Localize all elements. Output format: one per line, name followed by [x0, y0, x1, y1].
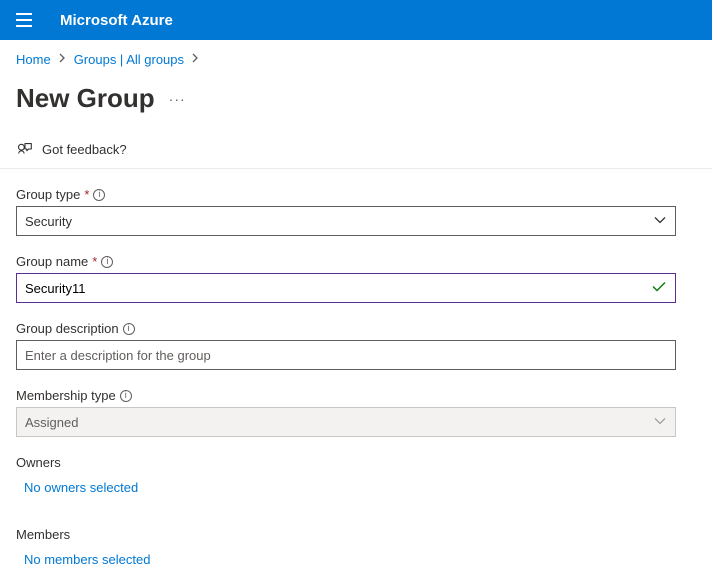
breadcrumb-item-groups[interactable]: Groups | All groups: [74, 52, 184, 67]
label-text: Membership type: [16, 388, 116, 403]
group-description-input[interactable]: [25, 348, 645, 363]
group-name-input-wrapper[interactable]: [16, 273, 676, 303]
group-name-label: Group name * i: [16, 254, 696, 269]
chevron-down-icon: [653, 415, 667, 430]
chevron-right-icon: [59, 53, 66, 66]
members-link[interactable]: No members selected: [16, 552, 150, 567]
group-type-value: Security: [25, 214, 72, 229]
membership-type-select: Assigned: [16, 407, 676, 437]
owners-label: Owners: [16, 455, 696, 470]
info-icon[interactable]: i: [123, 323, 135, 335]
chevron-down-icon: [653, 214, 667, 229]
feedback-bar[interactable]: Got feedback?: [0, 132, 712, 169]
group-description-label: Group description i: [16, 321, 696, 336]
page-header: New Group ···: [0, 75, 712, 132]
breadcrumb-item-home[interactable]: Home: [16, 52, 51, 67]
page-title: New Group: [16, 83, 155, 114]
breadcrumb: Home Groups | All groups: [0, 40, 712, 75]
group-type-select[interactable]: Security: [16, 206, 676, 236]
required-marker: *: [92, 254, 97, 269]
field-membership-type: Membership type i Assigned: [16, 388, 696, 437]
required-marker: *: [84, 187, 89, 202]
info-icon[interactable]: i: [120, 390, 132, 402]
owners-link[interactable]: No owners selected: [16, 480, 138, 495]
feedback-icon: [16, 140, 34, 158]
info-icon[interactable]: i: [93, 189, 105, 201]
members-label: Members: [16, 527, 696, 542]
brand-label: Microsoft Azure: [60, 12, 173, 29]
label-text: Group name: [16, 254, 88, 269]
membership-type-label: Membership type i: [16, 388, 696, 403]
chevron-right-icon: [192, 53, 199, 66]
form-area: Group type * i Security Group name * i G…: [0, 169, 712, 581]
hamburger-menu-icon[interactable]: [16, 10, 36, 30]
group-type-label: Group type * i: [16, 187, 696, 202]
label-text: Group type: [16, 187, 80, 202]
field-group-description: Group description i: [16, 321, 696, 370]
feedback-link[interactable]: Got feedback?: [42, 142, 127, 157]
field-group-type: Group type * i Security: [16, 187, 696, 236]
field-group-name: Group name * i: [16, 254, 696, 303]
more-actions-button[interactable]: ···: [169, 91, 186, 107]
label-text: Group description: [16, 321, 119, 336]
check-icon: [651, 281, 667, 296]
membership-type-value: Assigned: [25, 415, 78, 430]
top-bar: Microsoft Azure: [0, 0, 712, 40]
group-description-input-wrapper[interactable]: [16, 340, 676, 370]
info-icon[interactable]: i: [101, 256, 113, 268]
group-name-input[interactable]: [25, 281, 645, 296]
